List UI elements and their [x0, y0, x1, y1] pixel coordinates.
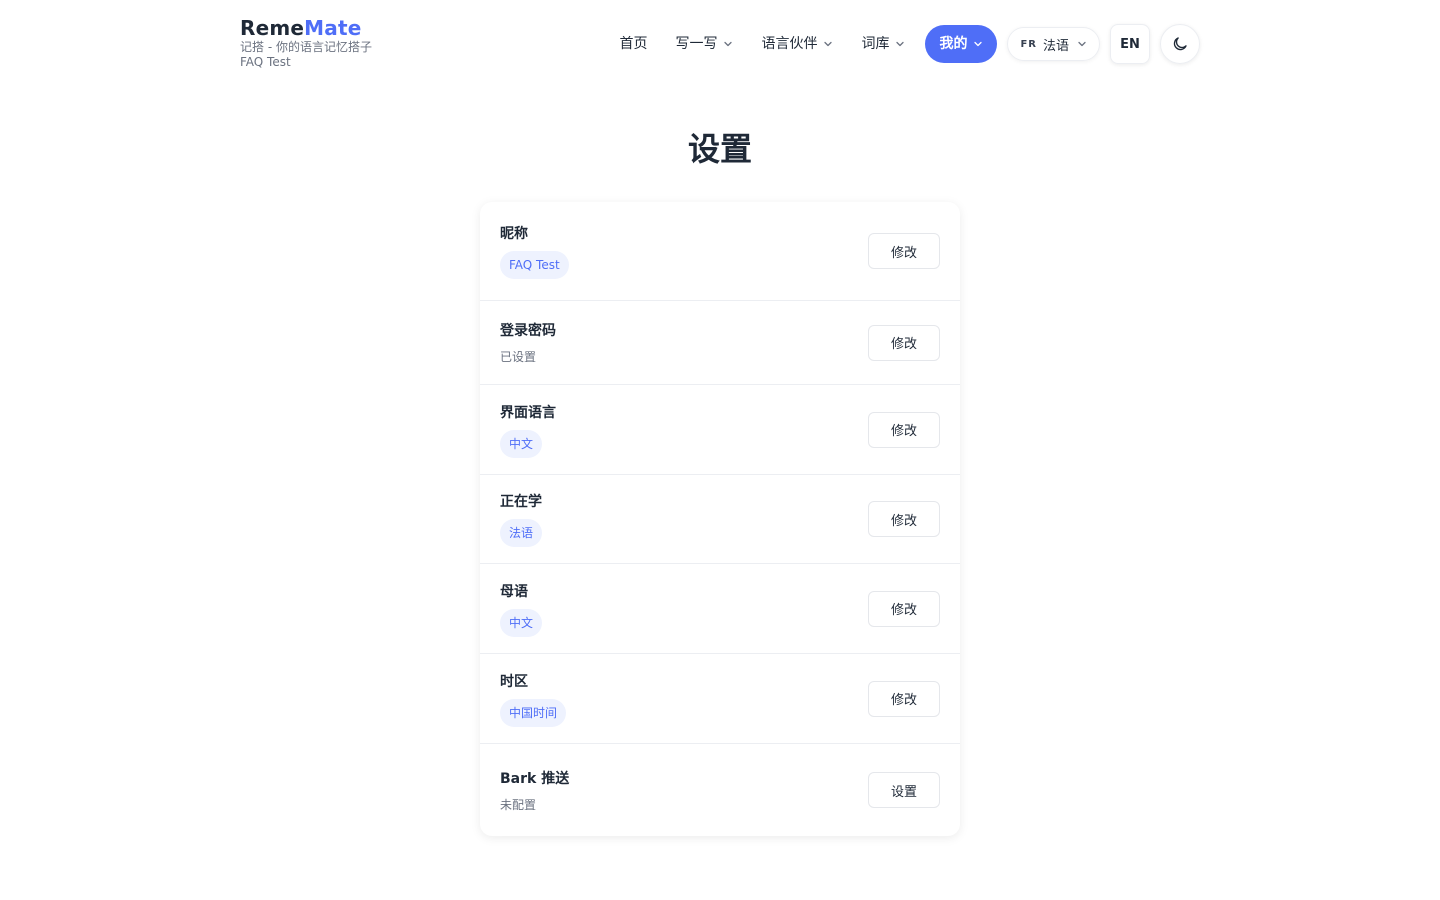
setting-label: 时区	[500, 673, 528, 690]
chevron-down-icon	[974, 41, 983, 47]
edit-nickname-button[interactable]: 修改	[868, 233, 940, 269]
setting-info: 昵称 FAQ Test	[500, 223, 569, 279]
setting-label: 昵称	[500, 226, 528, 242]
setting-row-learning-language: 正在学 法语 修改	[480, 475, 960, 564]
brand-block[interactable]: RemeMate 记搭 - 你的语言记忆搭子 FAQ Test	[240, 16, 372, 70]
nav-write[interactable]: 写一写	[661, 25, 747, 63]
setting-info: 登录密码 已设置	[500, 320, 556, 365]
setting-info: 时区 中国时间	[500, 671, 567, 727]
setting-label: 界面语言	[500, 404, 556, 421]
chevron-down-icon	[896, 41, 905, 47]
top-header: RemeMate 记搭 - 你的语言记忆搭子 FAQ Test 首页 写一写 语…	[240, 14, 1200, 74]
main-nav: 首页 写一写 语言伙伴 词库 我的 FR 法语 EN	[605, 24, 1200, 64]
setting-value-text: 已设置	[500, 350, 537, 364]
edit-password-button[interactable]: 修改	[868, 324, 940, 361]
edit-ui-language-button[interactable]: 修改	[868, 411, 940, 448]
setting-value-text: 未配置	[500, 797, 537, 812]
chevron-down-icon	[1078, 41, 1086, 47]
nav-home-label: 首页	[619, 36, 648, 52]
setting-label: Bark 推送	[500, 770, 570, 787]
page-title: 设置	[687, 130, 752, 168]
learning-language-selector[interactable]: FR 法语	[1007, 27, 1100, 61]
setting-row-password: 登录密码 已设置 修改	[480, 301, 960, 385]
edit-learning-language-button[interactable]: 修改	[868, 501, 940, 537]
brand-logo[interactable]: RemeMate	[240, 16, 372, 40]
nav-vocab[interactable]: 词库	[847, 25, 919, 63]
language-code: FR	[1020, 38, 1037, 50]
edit-timezone-button[interactable]: 修改	[868, 680, 940, 717]
setting-value-chip: 中文	[500, 608, 543, 637]
setting-row-timezone: 时区 中国时间 修改	[480, 654, 960, 744]
nav-write-label: 写一写	[675, 36, 718, 52]
chevron-down-icon	[724, 41, 733, 47]
setting-label: 母语	[500, 583, 528, 600]
setting-info: 母语 中文	[500, 581, 543, 637]
setting-value-chip: 中文	[500, 429, 543, 458]
setting-row-nickname: 昵称 FAQ Test 修改	[480, 202, 960, 301]
ui-language-toggle-button[interactable]: EN	[1110, 24, 1150, 64]
setting-row-bark-push: Bark 推送 未配置 设置	[480, 744, 960, 836]
setting-label: 正在学	[500, 494, 542, 510]
setting-row-ui-language: 界面语言 中文 修改	[480, 385, 960, 475]
nav-vocab-label: 词库	[861, 36, 890, 52]
nav-partner-label: 语言伙伴	[761, 36, 818, 52]
configure-bark-button[interactable]: 设置	[868, 772, 940, 808]
moon-icon	[1173, 37, 1187, 51]
setting-label: 登录密码	[500, 323, 556, 339]
setting-value-chip: FAQ Test	[500, 251, 569, 279]
setting-info: 正在学 法语	[500, 491, 543, 547]
setting-row-native-language: 母语 中文 修改	[480, 564, 960, 654]
language-name: 法语	[1042, 38, 1069, 54]
settings-card: 昵称 FAQ Test 修改 登录密码 已设置 修改 界面语言 中文 修改 正在…	[480, 202, 960, 836]
nav-mine-label: 我的	[939, 36, 968, 52]
nav-home[interactable]: 首页	[605, 25, 661, 63]
edit-native-language-button[interactable]: 修改	[868, 590, 940, 627]
theme-toggle-button[interactable]	[1160, 24, 1200, 64]
setting-info: Bark 推送 未配置	[500, 768, 569, 813]
chevron-down-icon	[824, 41, 833, 47]
setting-info: 界面语言 中文	[500, 402, 556, 458]
brand-name-part1: Reme	[240, 16, 305, 40]
setting-value-chip: 法语	[500, 519, 543, 547]
nav-language-partner[interactable]: 语言伙伴	[747, 25, 847, 63]
setting-value-chip: 中国时间	[500, 698, 567, 727]
brand-name-part2: Mate	[304, 16, 362, 40]
current-username: FAQ Test	[240, 55, 291, 69]
nav-mine[interactable]: 我的	[925, 25, 998, 63]
brand-tagline: 记搭 - 你的语言记忆搭子	[240, 40, 372, 54]
